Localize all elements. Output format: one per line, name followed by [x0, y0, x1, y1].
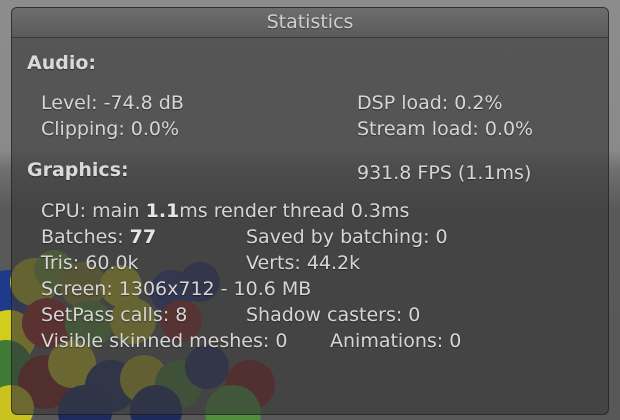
cpu-prefix: CPU: main — [41, 200, 146, 222]
audio-dsp-load: DSP load: 0.2% — [357, 92, 503, 114]
audio-level: Level: -74.8 dB — [41, 92, 184, 114]
window-title: Statistics — [12, 8, 608, 38]
graphics-saved-by-batching: Saved by batching: 0 — [246, 226, 448, 248]
graphics-skinned-meshes: Visible skinned meshes: 0 — [41, 330, 288, 352]
batches-prefix: Batches: — [41, 226, 130, 248]
graphics-animations: Animations: 0 — [330, 330, 462, 352]
graphics-tris: Tris: 60.0k — [41, 252, 139, 274]
statistics-window: Statistics Audio: Level: -74.8 dB DSP lo… — [11, 7, 609, 415]
batches-value: 77 — [129, 226, 157, 248]
graphics-cpu: CPU: main 1.1ms render thread 0.3ms — [41, 199, 409, 223]
graphics-verts: Verts: 44.2k — [246, 252, 361, 274]
audio-clipping: Clipping: 0.0% — [41, 118, 180, 140]
graphics-fps: 931.8 FPS (1.1ms) — [357, 162, 532, 184]
graphics-screen: Screen: 1306x712 - 10.6 MB — [41, 278, 312, 300]
audio-heading: Audio: — [27, 52, 96, 74]
cpu-suffix: ms render thread 0.3ms — [179, 200, 410, 222]
graphics-batches: Batches: 77 — [41, 225, 156, 249]
graphics-shadow-casters: Shadow casters: 0 — [246, 304, 421, 326]
graphics-setpass: SetPass calls: 8 — [41, 304, 188, 326]
audio-stream-load: Stream load: 0.0% — [357, 118, 534, 140]
graphics-heading: Graphics: — [27, 159, 129, 181]
cpu-main-value: 1.1 — [145, 200, 180, 222]
